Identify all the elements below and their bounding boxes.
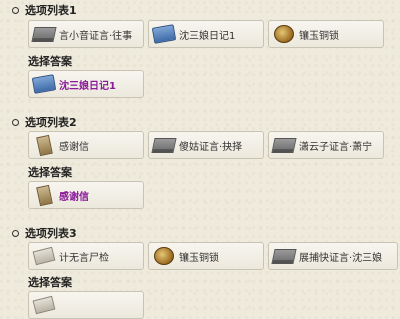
option-label: 潇云子证言·萧宁 (299, 141, 373, 153)
document-icon (31, 25, 57, 43)
option-item[interactable]: 展捕快证言·沈三娘 (268, 242, 398, 270)
answer-label: 沈三娘日记1 (59, 80, 116, 92)
option-label: 感谢信 (59, 141, 89, 153)
document-icon (271, 247, 297, 265)
bullet-icon (12, 118, 19, 126)
section-title: 选项列表2 (12, 114, 77, 130)
document-icon (271, 136, 297, 154)
answer-label: 感谢信 (59, 191, 89, 203)
option-item[interactable]: 镶玉铜锁 (148, 242, 264, 270)
paper-icon (32, 246, 56, 266)
option-label: 言小音证言·往事 (59, 30, 133, 42)
option-item[interactable]: 计无言尸检 (28, 242, 144, 270)
diary-icon (31, 74, 57, 94)
option-label: 镶玉铜锁 (179, 252, 219, 264)
answer-slot[interactable]: 感谢信 (28, 181, 144, 209)
answer-title: 选择答案 (28, 166, 72, 179)
answer-title: 选择答案 (28, 276, 72, 289)
letter-icon (33, 134, 55, 156)
letter-icon (33, 184, 55, 206)
option-label: 展捕快证言·沈三娘 (299, 252, 383, 264)
answer-title: 选择答案 (28, 55, 72, 68)
paper-icon (32, 295, 56, 315)
document-icon (151, 136, 177, 154)
option-item[interactable]: 沈三娘日记1 (148, 20, 264, 48)
option-item[interactable]: 镶玉铜锁 (268, 20, 384, 48)
option-label: 傻姑证言·抉择 (179, 141, 243, 153)
answer-slot[interactable]: 沈三娘日记1 (28, 70, 144, 98)
option-item[interactable]: 傻姑证言·抉择 (148, 131, 264, 159)
bronze-lock-icon (273, 25, 295, 43)
option-item[interactable]: 潇云子证言·萧宁 (268, 131, 384, 159)
bronze-lock-icon (153, 247, 175, 265)
option-label: 沈三娘日记1 (179, 30, 236, 42)
section-title: 选项列表1 (12, 2, 77, 18)
section-title: 选项列表3 (12, 225, 77, 241)
option-item[interactable]: 感谢信 (28, 131, 144, 159)
diary-icon (151, 24, 177, 44)
option-label: 镶玉铜锁 (299, 30, 339, 42)
answer-slot[interactable] (28, 291, 144, 319)
option-item[interactable]: 言小音证言·往事 (28, 20, 144, 48)
bullet-icon (12, 229, 19, 237)
bullet-icon (12, 6, 19, 14)
option-label: 计无言尸检 (59, 252, 109, 264)
